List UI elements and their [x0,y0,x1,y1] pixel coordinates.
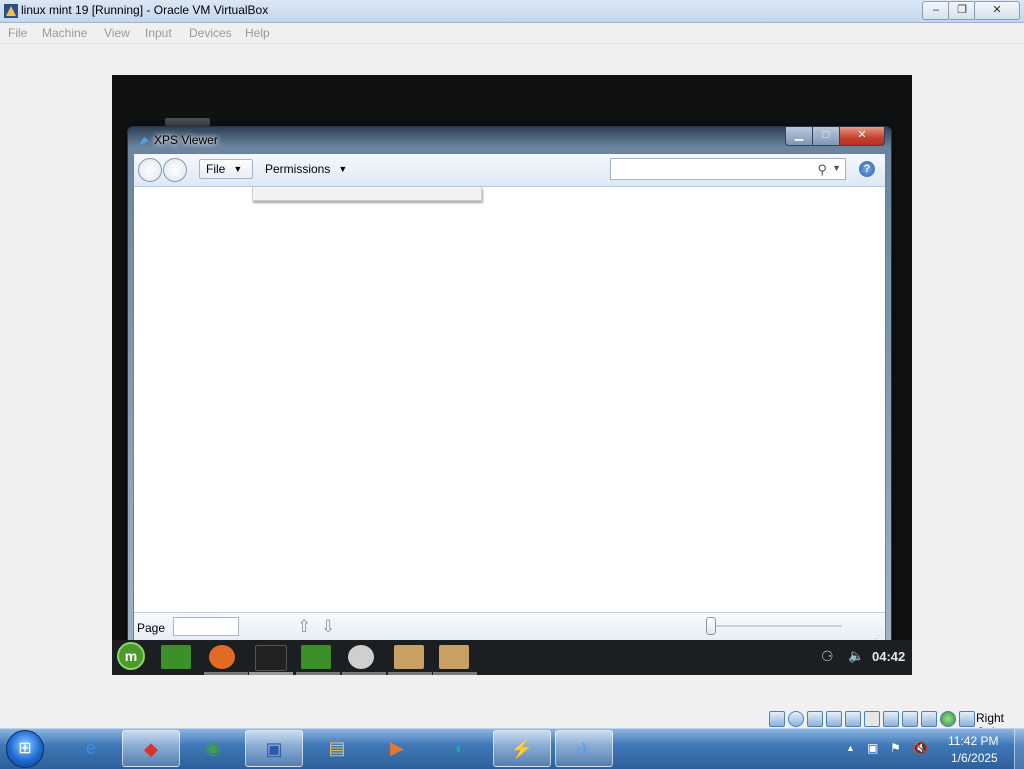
desktop-icon-stub [165,118,210,126]
host-restore-button[interactable]: ❐ [948,1,976,20]
mint-menu-button[interactable]: m [117,642,145,670]
tray-clock-time[interactable]: 11:42 PM [948,734,998,748]
host-titlebar: linux mint 19 [Running] - Oracle VM Virt… [0,0,1024,23]
video-capture-icon[interactable] [902,711,918,727]
document-view[interactable] [134,187,885,612]
xps-minimize-button[interactable]: ▁ [785,127,813,146]
network-tray-icon[interactable]: ▣ [867,741,878,755]
shared-folders-icon[interactable] [864,711,880,727]
xps-viewer-icon [139,137,149,145]
search-icon[interactable]: ⚲ [817,162,827,178]
panel-app-terminal[interactable] [255,645,287,671]
taskbar-virtualbox-icon[interactable]: ▣ [245,730,303,767]
host-close-button[interactable]: ✕ [974,1,1020,20]
page-label: Page [137,621,166,635]
running-indicator [433,672,477,675]
virtualization-icon[interactable] [921,711,937,727]
xps-close-button[interactable]: ✕ [839,127,885,146]
volume-icon[interactable]: 🔈 [848,648,864,664]
next-page-icon[interactable]: ⇩ [321,617,335,637]
help-icon[interactable]: ? [859,161,875,177]
host-menubar: File Machine View Input Devices Help [0,23,1024,44]
network-adapter-icon[interactable] [826,711,842,727]
forward-button[interactable] [163,158,187,182]
previous-page-icon[interactable]: ⇧ [297,617,311,637]
panel-app-firefox[interactable] [209,645,235,669]
menu-view[interactable]: View [104,26,130,40]
host-minimize-button[interactable]: – [922,1,950,20]
chevron-down-icon: ▼ [233,164,243,174]
panel-app-folder-2[interactable] [439,645,469,669]
running-indicator [296,672,340,675]
hard-disk-icon[interactable] [769,711,785,727]
xps-client-area: File ▼ Permissions ▼ ⚲ ▼ ? Page ⇧ ⇩ ⋰ [133,153,886,643]
audio-icon[interactable] [807,711,823,727]
menu-input[interactable]: Input [145,26,172,40]
usb-icon[interactable] [845,711,861,727]
running-indicator [249,672,293,675]
zoom-slider-track[interactable] [708,625,842,627]
show-desktop-button[interactable] [1014,729,1024,769]
xps-toolbar: File ▼ Permissions ▼ ⚲ ▼ ? [134,154,885,187]
optical-drive-icon[interactable] [788,711,804,727]
taskbar-app-red-icon[interactable]: ◆ [122,730,180,767]
taskbar-app-teal-icon[interactable]: ◐ [431,730,489,767]
menu-help[interactable]: Help [245,26,270,40]
panel-app-files[interactable] [161,645,191,669]
network-icon[interactable]: ⚆ [821,648,834,665]
menu-file[interactable]: File [8,26,27,40]
panel-app-folder[interactable] [394,645,424,669]
menu-machine[interactable]: Machine [42,26,87,40]
back-button[interactable] [138,158,162,182]
xps-viewer-window: XPS Viewer ▁ □ ✕ File ▼ Permissions ▼ ⚲ ▼ … [127,126,892,650]
guest-additions-icon[interactable] [940,711,956,727]
taskbar-app-globe-icon[interactable]: ◉ [184,730,242,767]
taskbar-internet-explorer-icon[interactable]: e [62,730,120,767]
running-indicator [388,672,432,675]
action-center-flag-icon[interactable]: ⚑ [890,741,901,755]
file-menu-label: File [206,162,226,176]
running-indicator [342,672,386,675]
host-window-title: linux mint 19 [Running] - Oracle VM Virt… [21,3,269,17]
vm-display[interactable]: XPS Viewer ▁ □ ✕ File ▼ Permissions ▼ ⚲ ▼ … [112,75,912,675]
volume-muted-icon[interactable]: 🔇 [913,741,928,755]
panel-clock[interactable]: 04:42 [872,649,905,664]
taskbar-vm-window-icon[interactable]: ✈ [555,730,613,767]
menu-devices[interactable]: Devices [189,26,232,40]
taskbar-media-icon[interactable]: ▶ [368,730,426,767]
search-input[interactable]: ⚲ ▼ [610,158,846,180]
start-button[interactable]: ⊞ [6,730,44,768]
show-hidden-icons-chevron-icon[interactable]: ▲ [846,743,855,753]
host-status-bar: Right Ctrl [0,709,1024,739]
xps-status-bar: Page ⇧ ⇩ ⋰ [134,612,885,643]
panel-app-files-2[interactable] [301,645,331,669]
running-indicator [204,672,248,675]
page-number-input[interactable] [173,617,239,636]
windows-taskbar: ⊞ e ◆ ◉ ▣ ▤ ▶ ◐ ⚡ ✈ ▲ ▣ ⚑ 🔇 11:42 PM 1/6… [0,728,1024,769]
mint-panel: m ⚆ 🔈 04:42 [112,640,912,675]
mouse-integration-icon[interactable] [959,711,975,727]
display-icon[interactable] [883,711,899,727]
panel-app-disc[interactable] [348,645,374,669]
dropdown-menu-remnant [252,187,482,201]
taskbar-explorer-icon[interactable]: ▤ [308,730,366,767]
search-options-chevron-icon[interactable]: ▼ [832,163,841,173]
xps-window-title: XPS Viewer [154,133,218,147]
permissions-menu-label: Permissions [265,162,331,176]
chevron-down-icon: ▼ [338,164,348,174]
file-menu-button[interactable]: File ▼ [199,159,253,179]
taskbar-app-64-icon[interactable]: ⚡ [493,730,551,767]
virtualbox-icon [4,4,18,18]
permissions-menu-button[interactable]: Permissions ▼ [259,159,353,179]
zoom-slider-thumb[interactable] [706,617,716,635]
tray-clock-date[interactable]: 1/6/2025 [951,751,998,765]
xps-maximize-button[interactable]: □ [812,127,840,146]
